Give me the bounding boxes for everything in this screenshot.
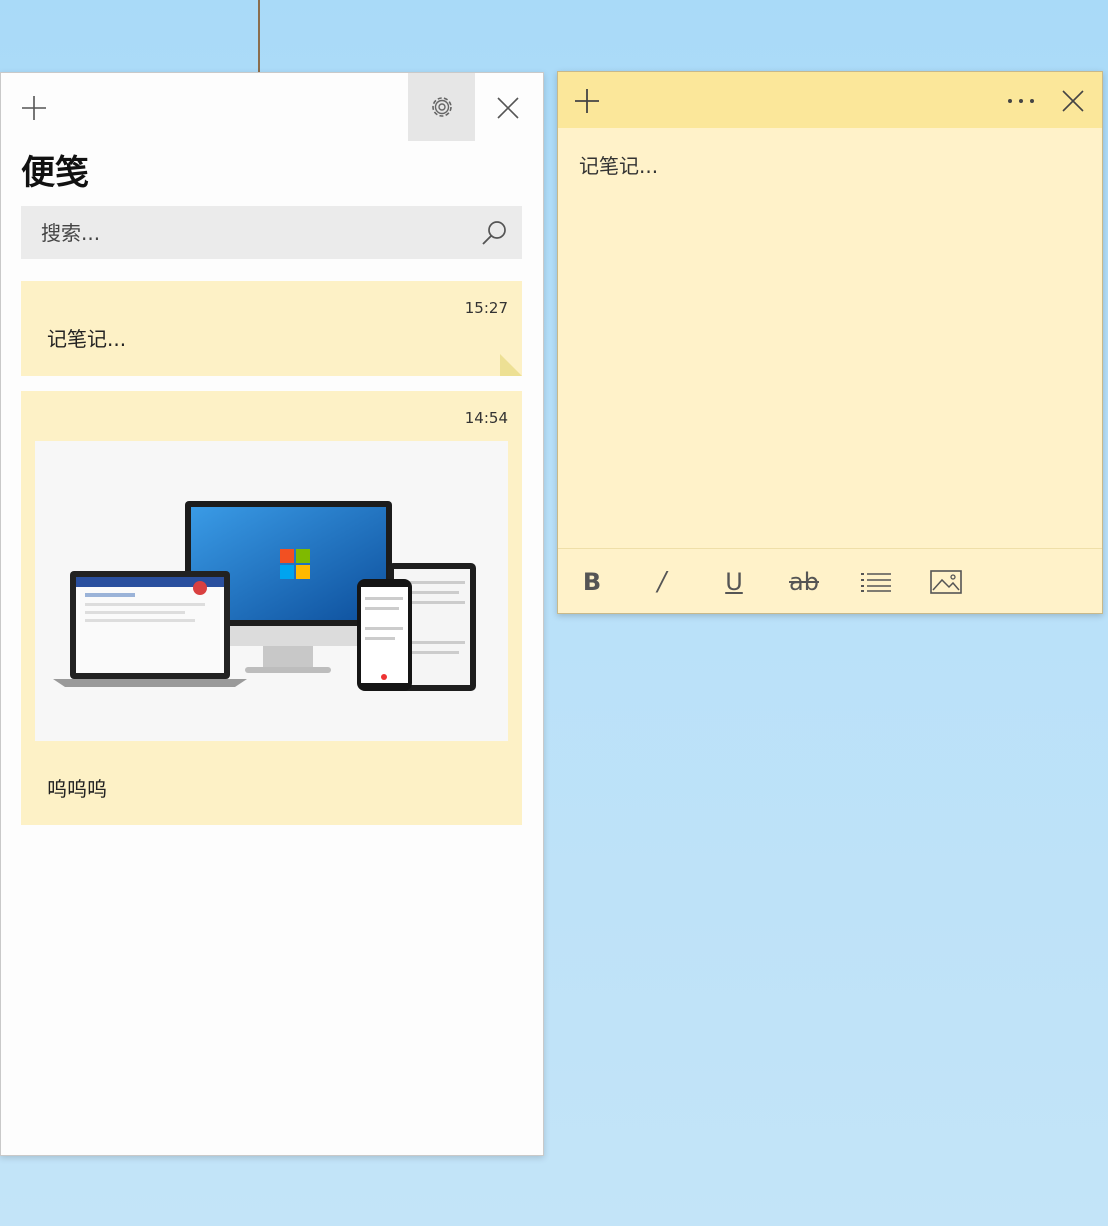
bold-button[interactable]: B xyxy=(570,561,614,603)
search-input[interactable] xyxy=(21,206,481,259)
new-note-button[interactable] xyxy=(566,80,608,122)
plus-icon xyxy=(574,88,600,114)
search-box xyxy=(21,206,522,259)
close-note-button[interactable] xyxy=(1052,80,1094,122)
more-icon xyxy=(1006,97,1036,105)
note-card[interactable]: 14:54 xyxy=(21,391,522,825)
formatting-toolbar: B / U ab xyxy=(558,548,1102,614)
image-icon xyxy=(930,570,962,594)
italic-button[interactable]: / xyxy=(640,561,684,603)
sticky-note-header[interactable] xyxy=(558,72,1102,128)
close-icon xyxy=(1062,90,1084,112)
strikethrough-button[interactable]: ab xyxy=(782,561,826,603)
close-icon xyxy=(497,97,519,119)
wallpaper-decoration xyxy=(258,0,260,72)
note-image-devices xyxy=(35,441,508,741)
add-note-button[interactable] xyxy=(13,87,55,129)
insert-image-button[interactable] xyxy=(924,561,968,603)
close-window-button[interactable] xyxy=(485,87,531,129)
note-card[interactable]: 15:27 记笔记... xyxy=(21,281,522,376)
note-fold-corner xyxy=(500,354,522,376)
settings-button[interactable] xyxy=(408,73,475,141)
menu-button[interactable] xyxy=(1000,80,1042,122)
sticky-note-window: 记笔记... B / U ab xyxy=(557,71,1103,614)
gear-icon xyxy=(428,93,456,121)
note-timestamp: 14:54 xyxy=(465,409,508,427)
search-icon[interactable] xyxy=(480,219,508,247)
note-preview: 记笔记... xyxy=(47,323,126,352)
note-editor-text[interactable]: 记笔记... xyxy=(579,150,658,179)
notes-list-window: 便笺 15:27 记笔记... 14:54 xyxy=(0,72,544,1156)
note-preview: 呜呜呜 xyxy=(47,773,107,802)
app-title: 便笺 xyxy=(21,145,89,194)
plus-icon xyxy=(21,95,47,121)
note-timestamp: 15:27 xyxy=(465,299,508,317)
list-icon xyxy=(860,571,892,593)
underline-button[interactable]: U xyxy=(712,561,756,603)
bullet-list-button[interactable] xyxy=(854,561,898,603)
